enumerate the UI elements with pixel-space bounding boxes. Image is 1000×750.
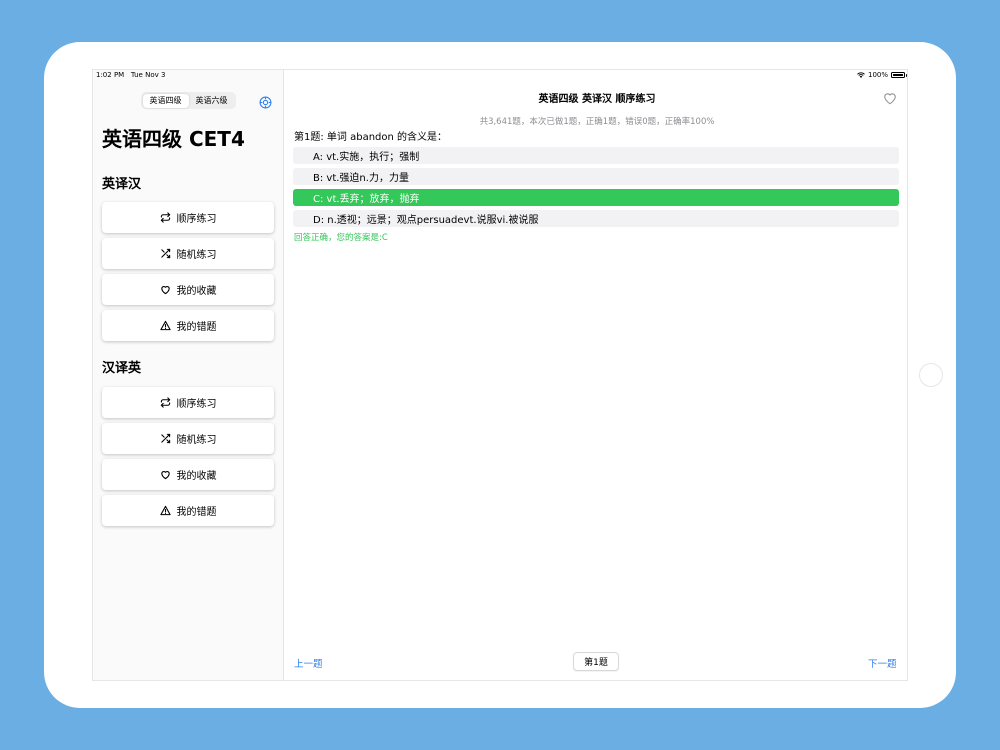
shuffle-icon <box>160 433 171 444</box>
en-zh-random-button[interactable]: 随机练习 <box>102 238 274 269</box>
shuffle-icon <box>160 248 171 259</box>
status-right: 100% <box>857 71 907 79</box>
heart-icon <box>160 284 171 295</box>
segment-cet6[interactable]: 英语六级 <box>189 94 235 108</box>
warning-icon <box>159 505 171 516</box>
option-a[interactable]: A: vt.实施，执行；强制 <box>293 147 899 164</box>
button-label: 随机练习 <box>176 435 217 446</box>
button-label: 我的收藏 <box>176 471 217 482</box>
prev-question-button[interactable]: 上一题 <box>294 656 323 670</box>
option-d[interactable]: D: n.透视；远景；观点persuadevt.说服vi.被说服 <box>293 210 899 227</box>
status-date: Tue Nov 3 <box>130 71 166 79</box>
repeat-icon <box>160 397 171 408</box>
status-time: 1:02 PM <box>96 71 125 79</box>
sidebar-title: 英语四级 CET4 <box>102 127 245 151</box>
repeat-icon <box>160 212 171 223</box>
exam-level-segmented-control: 英语四级 英语六级 <box>141 92 236 109</box>
heart-outline-icon[interactable] <box>883 90 897 105</box>
button-label: 我的错题 <box>176 322 217 333</box>
app-screen: 英语四级 英语六级 英语四级 CET4 英译汉 顺序练习 随机练习 我的收藏 我… <box>92 69 908 681</box>
main-panel: 英语四级 英译汉 顺序练习 共3,641题，本次已做1题，正确1题，错误0题，正… <box>285 70 907 680</box>
progress-stats: 共3,641题，本次已做1题，正确1题，错误0题，正确率100% <box>479 117 715 127</box>
warning-icon <box>159 320 171 331</box>
zh-en-mistakes-button[interactable]: 我的错题 <box>102 495 274 526</box>
button-label: 我的错题 <box>176 507 217 518</box>
battery-level <box>893 74 903 76</box>
button-label: 顺序练习 <box>176 399 217 410</box>
section-title-en-to-zh: 英译汉 <box>102 177 142 192</box>
en-zh-mistakes-button[interactable]: 我的错题 <box>102 310 274 341</box>
en-zh-sequential-button[interactable]: 顺序练习 <box>102 202 274 233</box>
status-bar: 1:02 PM Tue Nov 3 100% <box>93 70 907 82</box>
option-b[interactable]: B: vt.强迫n.力，力量 <box>293 168 899 185</box>
segment-cet4[interactable]: 英语四级 <box>142 93 189 108</box>
gear-icon[interactable] <box>259 94 272 109</box>
zh-en-favorites-button[interactable]: 我的收藏 <box>102 459 274 490</box>
battery-icon <box>891 72 907 78</box>
heart-icon <box>160 469 171 480</box>
sidebar: 英语四级 英语六级 英语四级 CET4 英译汉 顺序练习 随机练习 我的收藏 我… <box>93 70 284 680</box>
button-label: 随机练习 <box>176 250 217 261</box>
status-time-date: 1:02 PM Tue Nov 3 <box>96 71 165 79</box>
battery-percent: 100% <box>867 71 888 79</box>
question-number-button[interactable]: 第1题 <box>573 652 619 671</box>
question-text: 第1题: 单词 abandon 的含义是： <box>294 132 448 143</box>
home-button[interactable] <box>919 363 943 387</box>
section-title-zh-to-en: 汉译英 <box>102 361 142 376</box>
button-label: 我的收藏 <box>176 286 217 297</box>
en-zh-favorites-button[interactable]: 我的收藏 <box>102 274 274 305</box>
zh-en-sequential-button[interactable]: 顺序练习 <box>102 387 274 418</box>
answer-feedback: 回答正确，您的答案是:C <box>294 233 388 243</box>
zh-en-random-button[interactable]: 随机练习 <box>102 423 274 454</box>
wifi-icon <box>857 72 865 78</box>
option-c[interactable]: C: vt.丢弃；放弃，抛弃 <box>293 189 899 206</box>
next-question-button[interactable]: 下一题 <box>868 656 897 670</box>
button-label: 顺序练习 <box>176 214 217 225</box>
page-title: 英语四级 英译汉 顺序练习 <box>538 94 656 105</box>
